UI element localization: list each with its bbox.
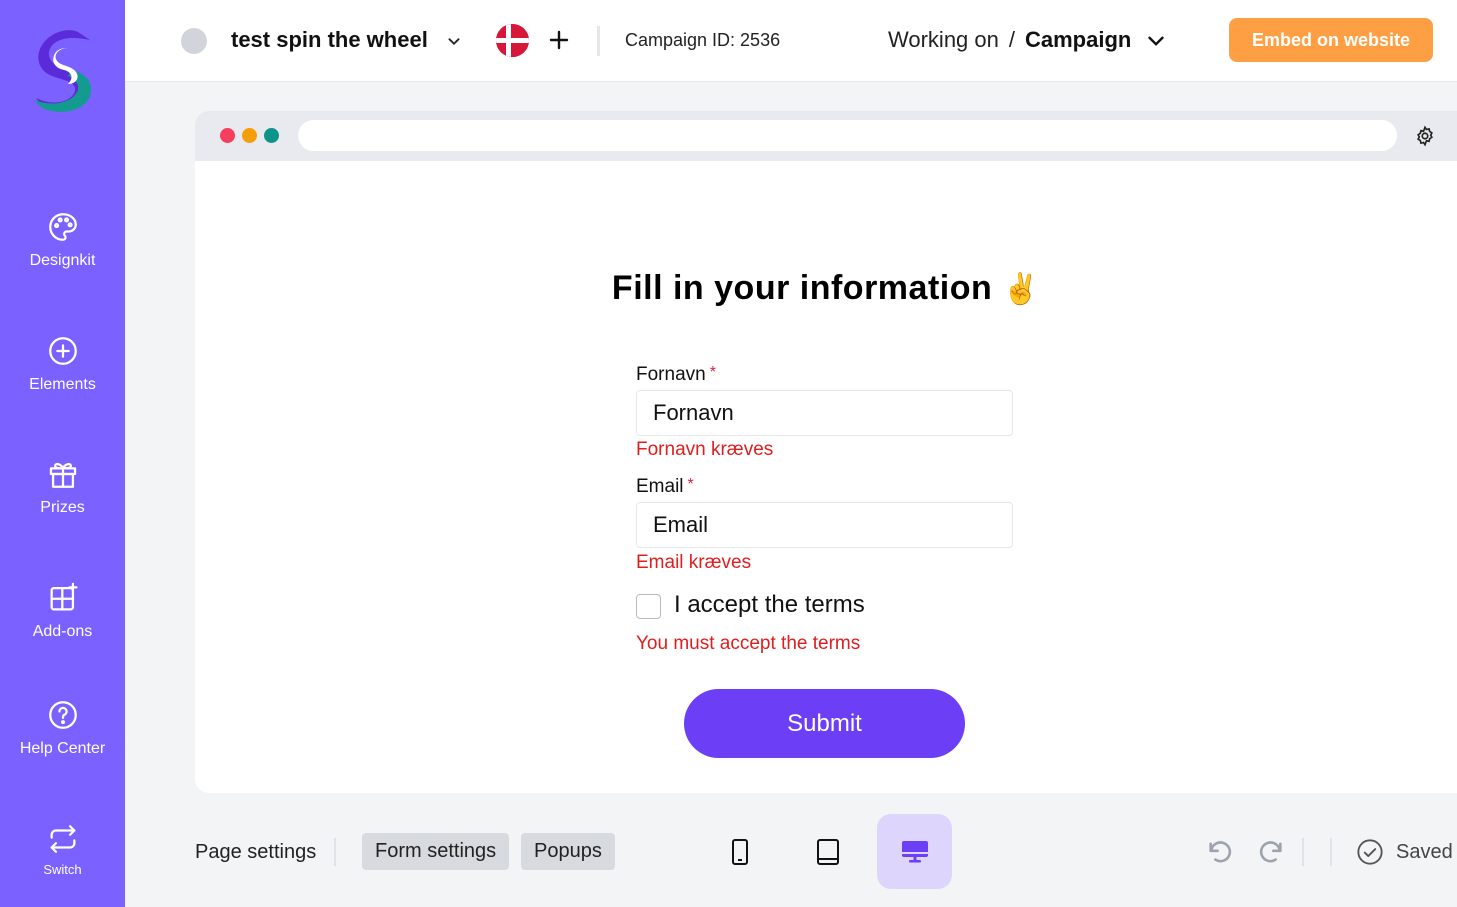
gift-icon <box>49 462 76 488</box>
sidebar-item-label: Elements <box>29 376 96 393</box>
sidebar: Designkit Elements Prizes Add-ons Help C… <box>0 0 125 907</box>
submit-button[interactable]: Submit <box>684 689 965 758</box>
mobile-view-button[interactable] <box>702 814 777 889</box>
toolbar-divider <box>334 838 336 866</box>
sidebar-item-help-center[interactable]: Help Center <box>0 698 125 758</box>
tablet-view-button[interactable] <box>790 814 865 889</box>
desktop-view-button[interactable] <box>877 814 952 889</box>
campaign-name[interactable]: test spin the wheel <box>231 27 428 53</box>
redo-icon[interactable] <box>1257 838 1285 866</box>
working-on-context: Campaign <box>1025 27 1132 52</box>
field-label-text: Email <box>636 476 684 497</box>
field-label-text: Fornavn <box>636 364 706 385</box>
sidebar-item-switch[interactable]: Switch <box>0 822 125 877</box>
sidebar-item-designkit[interactable]: Designkit <box>0 210 125 270</box>
terms-checkbox[interactable] <box>636 594 661 619</box>
embed-on-website-button[interactable]: Embed on website <box>1229 18 1433 62</box>
sidebar-item-label: Switch <box>43 862 82 877</box>
app-logo[interactable] <box>28 26 98 116</box>
sidebar-item-prizes[interactable]: Prizes <box>0 457 125 517</box>
switch-arrows-icon <box>50 825 75 853</box>
page-settings-button[interactable]: Page settings <box>195 841 316 864</box>
working-on-label: Working on <box>888 27 999 52</box>
tablet-icon <box>816 838 839 865</box>
email-input[interactable] <box>636 502 1013 548</box>
chevron-down-icon[interactable] <box>443 30 465 52</box>
sidebar-item-addons[interactable]: Add-ons <box>0 581 125 641</box>
form-title: Fill in your information ✌️ <box>195 269 1457 308</box>
form-settings-button[interactable]: Form settings <box>362 833 510 870</box>
sidebar-item-label: Designkit <box>29 252 96 269</box>
campaign-id: Campaign ID: 2536 <box>625 30 781 50</box>
required-marker: * <box>709 364 716 381</box>
check-circle-icon <box>1357 839 1383 865</box>
terms-label[interactable]: I accept the terms <box>674 591 865 619</box>
required-marker: * <box>687 476 694 493</box>
grid-plus-icon <box>50 582 78 611</box>
preview-canvas: Fill in your information ✌️ Fornavn * For… <box>195 111 1457 793</box>
email-error: Email kræves <box>636 552 752 573</box>
window-dot-green <box>264 128 279 143</box>
sidebar-item-label: Add-ons <box>32 623 93 640</box>
toolbar-divider <box>1330 838 1332 866</box>
first-name-error: Fornavn kræves <box>636 439 774 460</box>
terms-error: You must accept the terms <box>636 633 861 654</box>
first-name-label: Fornavn * <box>636 364 716 386</box>
saved-status: Saved <box>1396 841 1453 863</box>
toolbar-divider <box>1302 838 1304 866</box>
chevron-down-icon[interactable] <box>1143 28 1169 54</box>
gear-icon[interactable] <box>1414 125 1436 147</box>
plus-circle-icon <box>48 337 77 365</box>
breadcrumb-separator: / <box>1008 27 1015 52</box>
header-divider <box>597 26 600 56</box>
victory-hand-emoji: ✌️ <box>1002 273 1041 306</box>
popups-button[interactable]: Popups <box>521 833 615 870</box>
browser-bar <box>195 111 1457 161</box>
top-header: test spin the wheel Campaign ID: 2536 Wo… <box>125 0 1457 82</box>
sidebar-item-label: Help Center <box>19 740 106 757</box>
undo-icon[interactable] <box>1206 838 1234 866</box>
add-language-icon[interactable] <box>547 28 571 52</box>
palette-icon <box>48 213 77 241</box>
mobile-icon <box>731 838 748 865</box>
sidebar-item-elements[interactable]: Elements <box>0 334 125 394</box>
first-name-input[interactable] <box>636 390 1013 436</box>
working-on-breadcrumb[interactable]: Working on / Campaign <box>888 27 1131 53</box>
form-title-text: Fill in your information <box>611 269 993 307</box>
desktop-icon <box>901 840 928 862</box>
help-circle-icon <box>48 701 77 729</box>
window-dot-yellow <box>242 128 257 143</box>
campaign-status-indicator[interactable] <box>181 28 207 54</box>
email-label: Email * <box>636 476 694 498</box>
sidebar-item-label: Prizes <box>40 499 85 516</box>
url-bar <box>298 120 1397 151</box>
denmark-flag-icon[interactable] <box>496 24 529 57</box>
window-dot-red <box>220 128 235 143</box>
